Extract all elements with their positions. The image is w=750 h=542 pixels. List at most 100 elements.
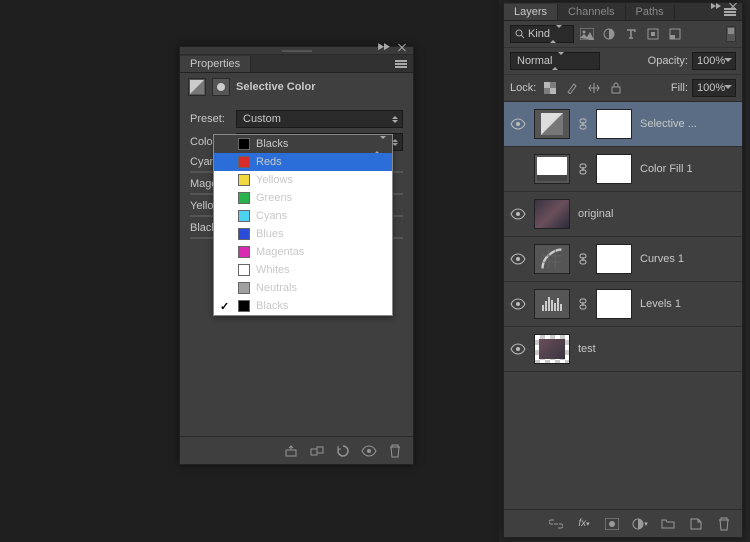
link-mask-icon[interactable] (578, 298, 588, 310)
layer-mask-thumbnail[interactable] (596, 154, 632, 184)
colors-dropdown: Blacks RedsYellowsGreens Cyans Blues Magent… (213, 134, 393, 316)
layer-name[interactable]: Levels 1 (640, 298, 736, 310)
layer-thumbnail[interactable] (534, 244, 570, 274)
layer-row[interactable]: Levels 1 (504, 282, 742, 327)
layer-thumbnail[interactable] (534, 289, 570, 319)
add-mask-icon[interactable] (604, 516, 620, 532)
layer-thumbnail[interactable] (534, 109, 570, 139)
color-swatch (238, 156, 250, 168)
dropdown-item-label: Magentas (256, 246, 304, 258)
check-icon: ✓ (220, 300, 229, 313)
dropdown-item-yellows[interactable]: Yellows (214, 171, 392, 189)
selective-color-icon (188, 78, 206, 96)
tab-layers[interactable]: Layers (504, 4, 558, 20)
new-layer-icon[interactable] (688, 516, 704, 532)
link-mask-icon[interactable] (578, 163, 588, 175)
close-icon[interactable] (397, 43, 409, 53)
filter-shape-icon[interactable] (644, 25, 662, 43)
dropdown-arrows-icon (552, 55, 564, 67)
adjustment-title: Selective Color (236, 81, 315, 93)
layer-row[interactable]: test (504, 327, 742, 372)
clip-to-layer-icon[interactable] (283, 443, 299, 459)
link-mask-icon[interactable] (578, 118, 588, 130)
layer-row[interactable]: Selective ... (504, 102, 742, 147)
color-swatch (238, 192, 250, 204)
header-label: Blacks (256, 138, 288, 150)
layer-name[interactable]: test (578, 343, 736, 355)
lock-transparency-icon[interactable] (542, 80, 558, 96)
mask-icon[interactable] (212, 78, 230, 96)
lock-all-icon[interactable] (608, 80, 624, 96)
dropdown-item-whites[interactable]: Whites (214, 261, 392, 279)
trash-icon[interactable] (387, 443, 403, 459)
layer-fx-icon[interactable]: fx▾ (576, 516, 592, 532)
close-icon[interactable] (728, 2, 738, 12)
lock-pixels-icon[interactable] (564, 80, 580, 96)
layer-row[interactable]: Color Fill 1 (504, 147, 742, 192)
layer-thumbnail[interactable] (534, 199, 570, 229)
reset-icon[interactable] (335, 443, 351, 459)
layer-filter-row: Kind (504, 21, 742, 48)
layer-mask-thumbnail[interactable] (596, 109, 632, 139)
layer-name[interactable]: Selective ... (640, 118, 736, 130)
visibility-icon[interactable] (361, 443, 377, 459)
dropdown-item-magentas[interactable]: Magentas (214, 243, 392, 261)
fill-label: Fill: (671, 82, 688, 94)
link-mask-icon[interactable] (578, 253, 588, 265)
visibility-toggle[interactable] (510, 161, 526, 177)
opacity-label: Opacity: (648, 55, 688, 67)
dropdown-item-cyans[interactable]: Cyans (214, 207, 392, 225)
colors-dropdown-header[interactable]: Blacks (214, 135, 392, 153)
dropdown-item-blacks[interactable]: ✓Blacks (214, 297, 392, 315)
visibility-toggle[interactable] (510, 341, 526, 357)
layer-thumbnail[interactable] (534, 154, 570, 184)
chevron-down-icon (724, 85, 732, 93)
color-swatch (238, 300, 250, 312)
visibility-toggle[interactable] (510, 206, 526, 222)
fill-input[interactable]: 100% (692, 79, 736, 97)
layer-name[interactable]: original (578, 208, 736, 220)
color-swatch (238, 264, 250, 276)
filter-type-icon[interactable] (622, 25, 640, 43)
dropdown-item-blues[interactable]: Blues (214, 225, 392, 243)
panel-menu-icon[interactable] (389, 59, 413, 69)
properties-tabs: Properties (180, 55, 413, 73)
opacity-input[interactable]: 100% (692, 52, 736, 70)
dropdown-item-reds[interactable]: Reds (214, 153, 392, 171)
tab-paths[interactable]: Paths (626, 4, 675, 20)
filter-kind-select[interactable]: Kind (510, 25, 574, 43)
color-swatch (238, 228, 250, 240)
chevron-down-icon (724, 58, 732, 66)
dropdown-item-label: Cyans (256, 210, 287, 222)
layer-mask-thumbnail[interactable] (596, 289, 632, 319)
tab-properties[interactable]: Properties (180, 56, 251, 72)
dropdown-arrows-icon (550, 28, 562, 40)
preset-select[interactable]: Custom (236, 110, 403, 128)
new-adjustment-icon[interactable]: ▾ (632, 516, 648, 532)
link-layers-icon[interactable] (548, 516, 564, 532)
trash-icon[interactable] (716, 516, 732, 532)
layer-row[interactable]: Curves 1 (504, 237, 742, 282)
layer-mask-thumbnail[interactable] (596, 244, 632, 274)
layer-name[interactable]: Color Fill 1 (640, 163, 736, 175)
collapse-icon[interactable] (377, 43, 391, 51)
dropdown-arrows-icon (392, 113, 398, 126)
collapse-icon[interactable] (710, 2, 722, 12)
layer-thumbnail[interactable] (534, 334, 570, 364)
new-group-icon[interactable] (660, 516, 676, 532)
tab-channels[interactable]: Channels (558, 4, 625, 20)
previous-state-icon[interactable] (309, 443, 325, 459)
dropdown-item-greens[interactable]: Greens (214, 189, 392, 207)
visibility-toggle[interactable] (510, 251, 526, 267)
lock-position-icon[interactable] (586, 80, 602, 96)
layer-name[interactable]: Curves 1 (640, 253, 736, 265)
dropdown-item-neutrals[interactable]: Neutrals (214, 279, 392, 297)
visibility-toggle[interactable] (510, 296, 526, 312)
filter-smartobject-icon[interactable] (666, 25, 684, 43)
layer-row[interactable]: original (504, 192, 742, 237)
filter-toggle[interactable] (726, 26, 736, 42)
visibility-toggle[interactable] (510, 116, 526, 132)
blend-mode-select[interactable]: Normal (510, 52, 600, 70)
filter-adjustment-icon[interactable] (600, 25, 618, 43)
filter-pixel-icon[interactable] (578, 25, 596, 43)
